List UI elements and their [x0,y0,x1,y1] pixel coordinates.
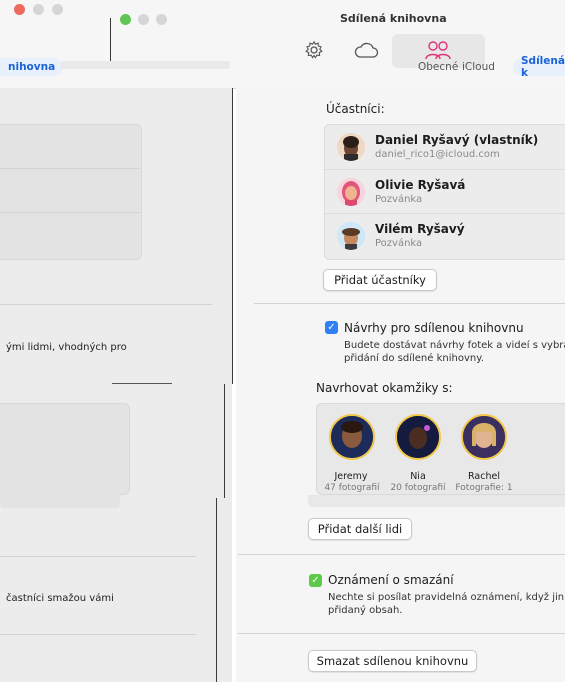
suggestions-checkbox[interactable]: ✓ [325,321,338,334]
person-photo-icon [397,416,439,458]
person-name: Olivie Ryšavá [375,178,466,192]
avatar[interactable] [395,414,441,460]
left-list-box [0,124,142,260]
zoom-window-button-2[interactable] [120,14,131,25]
delete-shared-library-button[interactable]: Smazat sdílenou knihovnu [308,650,477,672]
tab-icloud[interactable] [350,36,382,64]
deletion-notification-label: Oznámení o smazání [328,573,454,587]
suggestions-description-1: Budete dostávat návrhy fotek a videí s v… [344,340,565,351]
divider [0,304,212,305]
zoom-window-button[interactable] [52,4,63,15]
cloud-icon [354,42,379,58]
memoji-icon [337,133,365,161]
divider [216,498,217,682]
divider [0,556,196,557]
add-participants-button[interactable]: Přidat účastníky [323,269,437,291]
list-item[interactable]: Olivie Ryšavá Pozvánka [325,169,565,214]
left-deletion-text: častníci smažou vámi [6,593,114,604]
list-item[interactable]: Vilém Ryšavý Pozvánka [325,213,565,258]
traffic-light-gray[interactable] [156,14,167,25]
person-photo-icon [463,416,505,458]
deletion-description-1: Nechte si posílat pravidelná oznámení, k… [328,592,565,603]
person-email: daniel_rico1@icloud.com [375,149,500,160]
suggested-person-name: Nia [410,471,426,482]
avatar[interactable] [461,414,507,460]
segment-icloud[interactable]: iCloud [456,58,501,76]
participants-label: Účastníci: [326,102,385,116]
left-description: ými lidmi, vhodných pro [6,342,127,353]
suggested-person-count: 47 fotografií [324,483,380,493]
divider [254,303,565,304]
close-window-button[interactable] [14,4,25,15]
suggestions-label: Návrhy pro sdílenou knihovnu [344,321,524,335]
minimize-window-button[interactable] [33,4,44,15]
person-name: Vilém Ryšavý [375,222,465,236]
person-photo-icon [331,416,373,458]
left-suggest-box [0,403,130,495]
deletion-description-2: přidaný obsah. [328,605,403,616]
add-more-people-button[interactable]: Přidat další lidi [308,518,412,540]
avatar [337,222,365,250]
moments-label: Navrhovat okamžiky s: [316,381,453,395]
divider [110,18,111,62]
left-segment-shared[interactable]: nihovna [0,58,64,76]
avatar[interactable] [329,414,375,460]
memoji-icon [337,178,365,206]
person-status: Pozvánka [375,194,423,205]
deletion-notification-checkbox[interactable]: ✓ [309,574,322,587]
avatar [337,178,365,206]
divider [224,384,225,498]
suggested-person-count: Fotografie: 1 [455,483,513,493]
divider [0,634,196,635]
left-search-field[interactable] [60,61,230,69]
tab-general[interactable] [300,36,328,64]
suggestions-description-2: přidání do sdílené knihovny. [344,353,484,364]
divider [238,554,565,555]
suggested-person-count: 20 fotografií [390,483,446,493]
avatar [337,133,365,161]
list-item[interactable]: Daniel Ryšavý (vlastník) daniel_rico1@ic… [325,125,565,169]
suggested-person-name: Jeremy [334,471,368,482]
person-name: Daniel Ryšavý (vlastník) [375,133,539,147]
traffic-light-gray[interactable] [138,14,149,25]
divider [112,383,172,384]
segment-shared-library[interactable]: Sdílená k [513,55,565,79]
gear-icon [305,40,323,59]
divider [238,633,565,634]
divider [232,88,233,384]
suggested-people-box: Jeremy Nia Rachel 47 fotografií 20 fotog… [316,403,565,495]
suggested-person-name: Rachel [468,471,500,482]
participants-list: Daniel Ryšavý (vlastník) daniel_rico1@ic… [324,124,565,260]
memoji-icon [337,222,365,250]
person-status: Pozvánka [375,238,423,249]
left-panel: ými lidmi, vhodných pro častníci smažou … [0,88,232,682]
toolbar: Sdílená knihovna nihovna Obecné iCloud S… [0,0,565,89]
window-title: Sdílená knihovna [340,12,447,25]
